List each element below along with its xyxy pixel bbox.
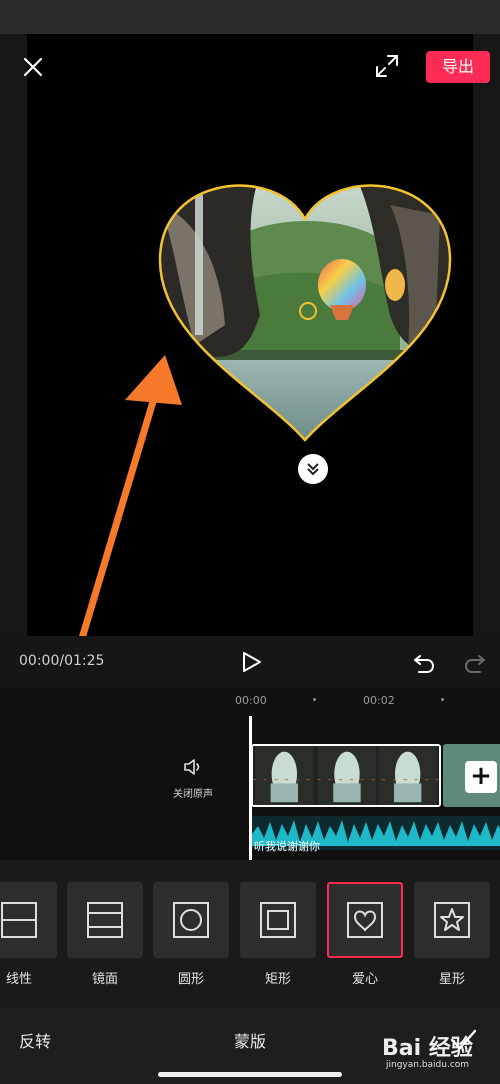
ruler-label: 00:02 — [363, 694, 395, 707]
mask-option-heart[interactable]: 爱心 — [327, 882, 403, 1002]
close-icon[interactable] — [18, 52, 48, 82]
mask-label: 星形 — [438, 972, 465, 987]
play-icon[interactable] — [238, 649, 264, 675]
mask-label: 线性 — [5, 972, 32, 987]
mask-option-star[interactable]: 星形 — [414, 882, 490, 1002]
rectangle-mask-icon — [260, 902, 296, 938]
audio-track-label: 听我说谢谢你 — [254, 840, 320, 853]
playhead[interactable] — [249, 716, 252, 862]
linear-mask-icon — [1, 902, 37, 938]
speaker-icon — [184, 759, 200, 775]
heart-masked-video[interactable] — [150, 175, 460, 445]
mute-label: 关闭原声 — [173, 789, 213, 800]
mask-option-linear[interactable]: 线性 — [0, 882, 57, 1002]
undo-icon[interactable] — [412, 651, 436, 675]
mask-label: 爱心 — [351, 972, 378, 987]
status-bar — [0, 0, 500, 34]
mask-option-circle[interactable]: 圆形 — [153, 882, 229, 1002]
home-indicator[interactable] — [158, 1072, 342, 1077]
ruler-dot — [313, 698, 316, 701]
watermark-url: jingyan.baidu.com — [386, 1060, 470, 1070]
mask-option-rectangle[interactable]: 矩形 — [240, 882, 316, 1002]
add-clip-button[interactable]: + — [465, 761, 497, 793]
mask-label: 圆形 — [177, 972, 204, 987]
ruler-label: 00:00 — [235, 694, 267, 707]
export-button[interactable]: 导出 — [426, 51, 490, 83]
timecode: 00:00/01:25 — [19, 653, 105, 669]
mask-label: 矩形 — [264, 972, 291, 987]
star-mask-icon — [434, 902, 470, 938]
watermark-main: Bai 经验 — [382, 1036, 473, 1061]
circle-mask-icon — [173, 902, 209, 938]
fullscreen-icon[interactable] — [374, 53, 400, 79]
heart-mask-icon — [347, 902, 383, 938]
feather-handle-icon[interactable] — [298, 454, 328, 484]
ruler-dot — [441, 698, 444, 701]
mask-label: 镜面 — [91, 972, 118, 987]
mirror-mask-icon — [87, 902, 123, 938]
baidu-watermark: Bai 经验 jingyan.baidu.com — [382, 1030, 500, 1078]
redo-icon[interactable] — [463, 651, 487, 675]
mute-original-button[interactable]: 关闭原声 — [168, 757, 218, 803]
video-clip[interactable] — [251, 744, 441, 807]
mask-option-mirror[interactable]: 镜面 — [67, 882, 143, 1002]
